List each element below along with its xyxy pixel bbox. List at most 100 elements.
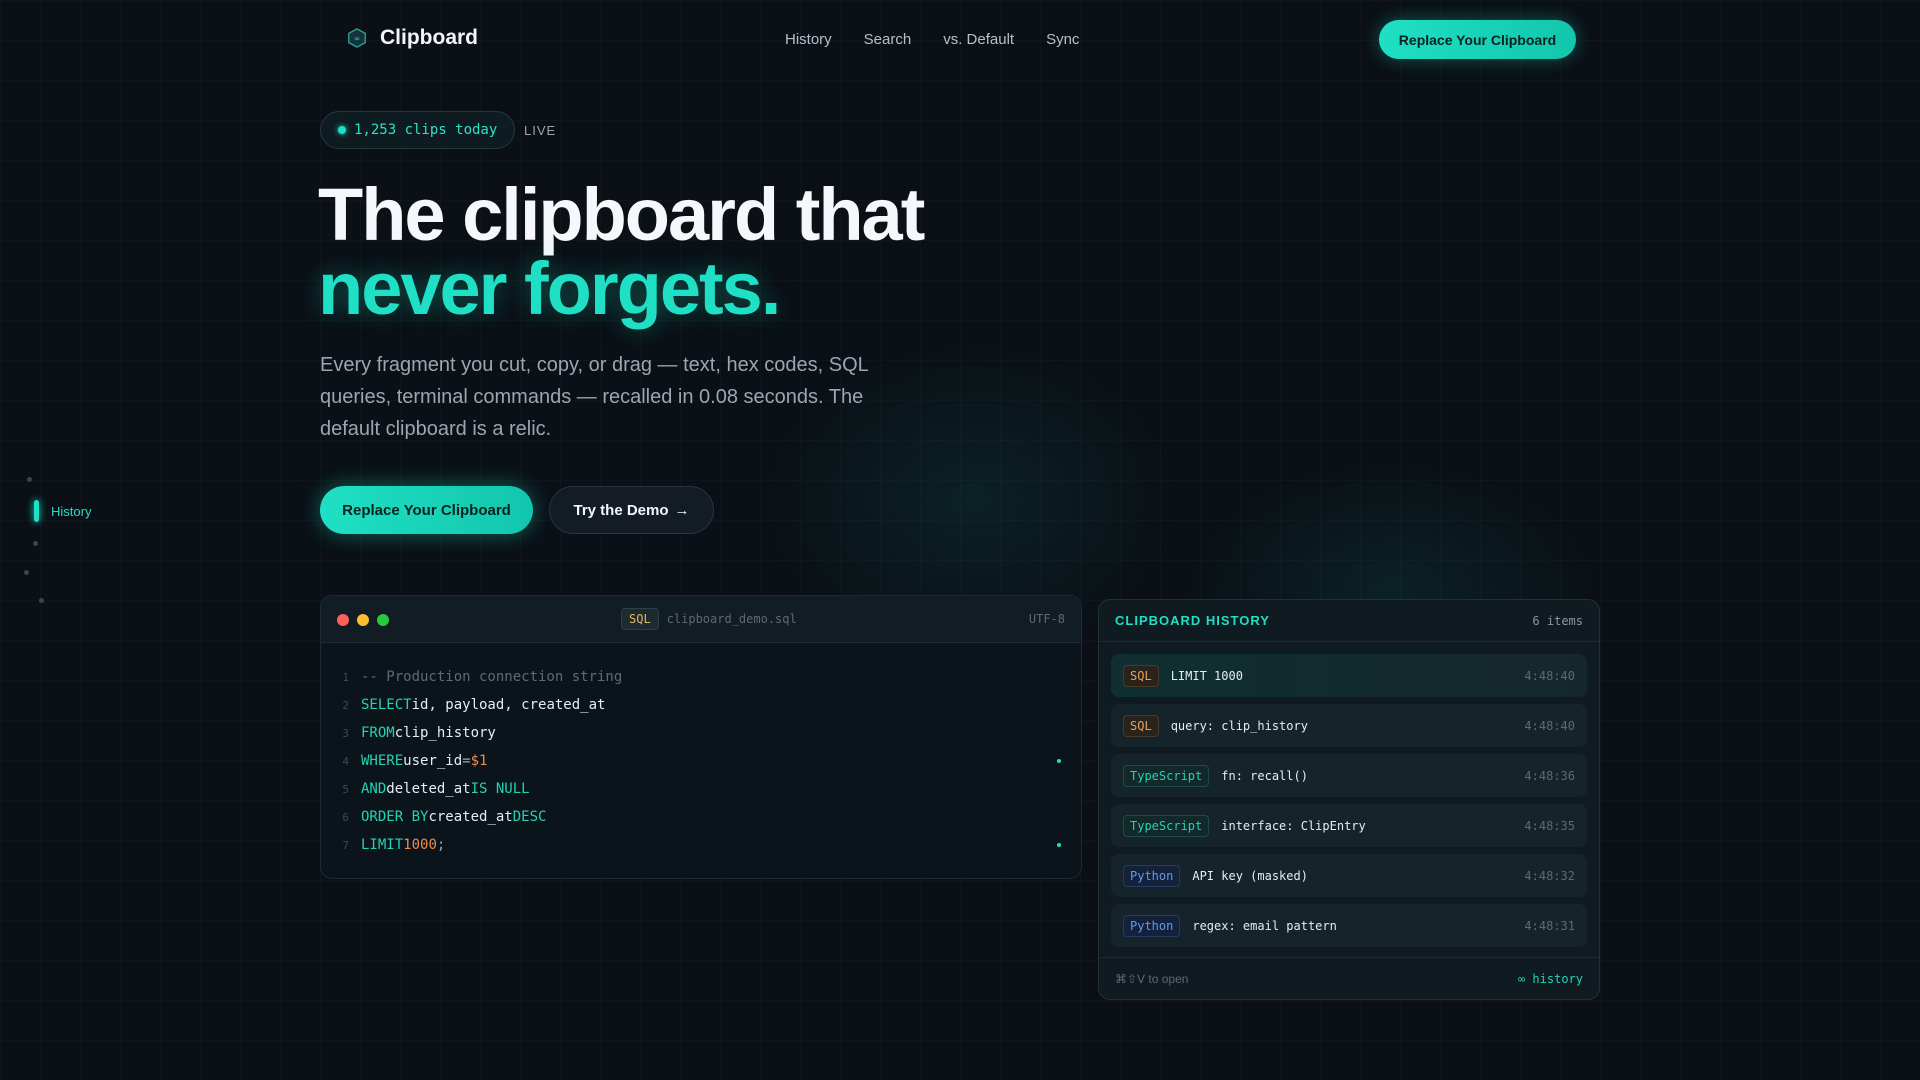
hero-subtitle: Every fragment you cut, copy, or drag — … — [320, 354, 869, 440]
history-item-language-tag: Python — [1123, 914, 1181, 937]
nav-link-sync[interactable]: Sync — [1046, 31, 1079, 48]
brand-logo[interactable]: ∞ Clipboard — [346, 26, 478, 50]
history-item[interactable]: SQL LIMIT 1000 4:48:40 — [1111, 654, 1587, 697]
code-line: 6 ORDER BY created_at DESC — [321, 803, 1081, 831]
line-number: 7 — [342, 838, 349, 852]
line-number: 4 — [342, 754, 349, 768]
history-item-text: interface: ClipEntry — [1221, 818, 1366, 833]
window-maximize-icon[interactable] — [377, 614, 389, 626]
side-nav-dot[interactable] — [24, 570, 29, 575]
hero-title-line2: never forgets. — [318, 247, 781, 330]
history-item-text: query: clip_history — [1170, 718, 1308, 733]
line-marker-icon — [1057, 843, 1061, 847]
history-item-language-tag: Python — [1123, 864, 1181, 887]
brand-name: Clipboard — [380, 26, 478, 49]
code-line: 1 -- Production connection string — [321, 663, 1081, 691]
history-item-time: 4:48:36 — [1524, 768, 1575, 783]
top-nav: History Search vs. Default Sync — [785, 31, 1079, 48]
history-link[interactable]: ∞ history — [1518, 972, 1583, 986]
code-token: clip_history — [394, 725, 496, 741]
code-token: $1 — [470, 753, 488, 769]
code-token: created_at — [428, 809, 513, 825]
code-token: = — [462, 753, 471, 769]
history-item-language-tag: SQL — [1123, 664, 1159, 687]
history-item-language-tag: SQL — [1123, 714, 1159, 737]
line-number: 6 — [342, 810, 349, 824]
side-nav-dot[interactable] — [39, 598, 44, 603]
file-name: clipboard_demo.sql — [666, 612, 797, 626]
code-line: 5 AND deleted_at IS NULL — [321, 775, 1081, 803]
code-line: 7 LIMIT 1000; — [321, 831, 1081, 859]
history-item-time: 4:48:40 — [1524, 668, 1575, 683]
code-token: ORDER BY — [361, 809, 429, 825]
history-footer: ⌘⇧V to open ∞ history — [1099, 957, 1599, 999]
code-token: IS NULL — [470, 781, 530, 797]
code-token: WHERE — [361, 753, 404, 769]
code-token: AND — [361, 781, 387, 797]
replace-clipboard-button[interactable]: Replace Your Clipboard — [320, 486, 533, 534]
nav-replace-clipboard-button[interactable]: Replace Your Clipboard — [1379, 20, 1576, 59]
file-encoding: UTF-8 — [1028, 612, 1065, 626]
history-list: SQL LIMIT 1000 4:48:40 SQL query: clip_histo… — [1099, 642, 1599, 947]
code-line: 3 FROM clip_history — [321, 719, 1081, 747]
clipboard-history-panel: CLIPBOARD HISTORY 6 items SQL LIMIT 1000 4… — [1098, 599, 1600, 1000]
history-item-language-tag: TypeScript — [1123, 764, 1210, 787]
history-item-text: regex: email pattern — [1192, 918, 1337, 933]
code-line: 4 WHERE user_id = $1 — [321, 747, 1081, 775]
code-token: FROM — [361, 725, 395, 741]
history-header: CLIPBOARD HISTORY 6 items — [1099, 600, 1599, 642]
history-title: CLIPBOARD HISTORY — [1115, 613, 1270, 628]
code-editor-panel: SQL clipboard_demo.sql UTF-8 1 -- Product… — [320, 595, 1082, 879]
code-body: 1 -- Production connection string 2 SELECT i… — [321, 643, 1081, 859]
history-item-time: 4:48:31 — [1524, 918, 1575, 933]
history-item[interactable]: Python API key (masked) 4:48:32 — [1111, 854, 1587, 897]
code-file-info: SQL clipboard_demo.sql — [621, 608, 797, 630]
history-item-text: API key (masked) — [1192, 868, 1308, 883]
line-number: 3 — [342, 726, 349, 740]
history-item[interactable]: Python regex: email pattern 4:48:31 — [1111, 904, 1587, 947]
code-token: ; — [436, 837, 446, 853]
code-editor-header: SQL clipboard_demo.sql UTF-8 — [321, 596, 1081, 643]
svg-text:∞: ∞ — [354, 34, 360, 43]
line-number: 2 — [342, 698, 349, 712]
nav-link-search[interactable]: Search — [864, 31, 912, 48]
history-item-text: fn: recall() — [1221, 768, 1308, 783]
code-token: LIMIT — [361, 837, 404, 853]
code-token: 1000 — [403, 837, 437, 853]
line-number: 5 — [342, 782, 349, 796]
shortcut-hint: ⌘⇧V to open — [1115, 971, 1189, 986]
window-minimize-icon[interactable] — [357, 614, 369, 626]
history-item[interactable]: SQL query: clip_history 4:48:40 — [1111, 704, 1587, 747]
history-item-language-tag: TypeScript — [1123, 814, 1210, 837]
arrow-right-icon: → — [674, 501, 690, 519]
code-token: SELECT — [361, 697, 412, 713]
history-count: 6 items — [1532, 613, 1583, 628]
clipboard-logo-icon: ∞ — [348, 28, 366, 48]
try-demo-label: Try the Demo — [573, 501, 669, 519]
side-nav-dot[interactable] — [33, 541, 38, 546]
nav-link-history[interactable]: History — [785, 31, 832, 48]
side-nav-dot[interactable] — [27, 477, 32, 482]
side-nav-item-history[interactable]: History — [34, 500, 91, 522]
line-number: 1 — [342, 670, 349, 684]
history-item[interactable]: TypeScript fn: recall() 4:48:36 — [1111, 754, 1587, 797]
history-item[interactable]: TypeScript interface: ClipEntry 4:48:35 — [1111, 804, 1587, 847]
history-item-time: 4:48:40 — [1524, 718, 1575, 733]
code-token: deleted_at — [386, 781, 471, 797]
language-tag: SQL — [621, 608, 659, 630]
code-line: 2 SELECT id, payload, created_at — [321, 691, 1081, 719]
line-marker-icon — [1057, 759, 1061, 763]
code-token: DESC — [512, 809, 547, 825]
code-token: user_id — [403, 753, 463, 769]
hero-title-line1: The clipboard that — [318, 173, 925, 256]
code-token: -- Production connection string — [361, 669, 623, 685]
window-close-icon[interactable] — [337, 614, 349, 626]
history-item-text: LIMIT 1000 — [1170, 668, 1243, 683]
live-dot-icon — [338, 126, 346, 134]
side-nav-indicator — [34, 500, 39, 522]
nav-link-vs-default[interactable]: vs. Default — [943, 31, 1014, 48]
history-item-time: 4:48:32 — [1524, 868, 1575, 883]
history-item-time: 4:48:35 — [1524, 818, 1575, 833]
try-demo-button[interactable]: Try the Demo → — [549, 486, 714, 534]
side-nav-label: History — [51, 503, 92, 519]
